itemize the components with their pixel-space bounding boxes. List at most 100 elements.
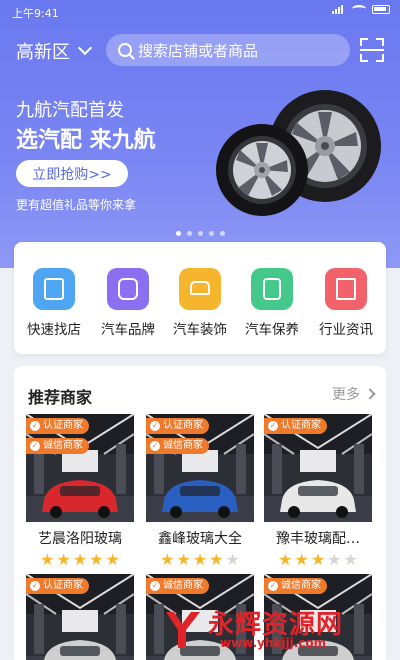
star-icon: ★ — [327, 550, 342, 569]
badge-label: 诚信商家 — [163, 440, 203, 451]
category-label: 快速找店 — [27, 322, 81, 338]
status-bar: 上午9:41 — [0, 0, 400, 24]
category-label: 汽车装饰 — [173, 322, 227, 338]
banner-dot[interactable] — [198, 231, 203, 236]
status-time: 上午9:41 — [12, 7, 59, 20]
chevron-right-icon — [364, 388, 376, 400]
category-car-maintenance[interactable]: 汽车保养 — [236, 268, 308, 338]
badge-label: 诚信商家 — [43, 440, 83, 451]
shop-badge: ✓ 诚信商家 — [146, 438, 209, 454]
city-selector[interactable]: 高新区 — [16, 38, 93, 64]
more-label: 更多 — [332, 387, 360, 403]
category-label: 汽车品牌 — [101, 322, 155, 338]
banner-dot[interactable] — [220, 231, 225, 236]
shop-photo: ✓ 认证商家 ✓ 诚信商家 — [26, 414, 134, 522]
shop-name: 艺晨洛阳玻璃 — [38, 531, 122, 547]
shop-badge: ✓ 诚信商家 — [146, 578, 209, 594]
star-icon: ★ — [56, 550, 71, 569]
shop-badge: ✓ 认证商家 — [26, 418, 89, 434]
star-icon: ★ — [105, 550, 120, 569]
car-icon — [179, 268, 221, 310]
category-label: 汽车保养 — [245, 322, 299, 338]
shop-photo: ✓ 认证商家 ✓ 诚信商家 — [146, 414, 254, 522]
shop-photo: ✓ 认证商家 — [26, 574, 134, 660]
banner-dot[interactable] — [176, 231, 181, 236]
tire-illustration — [216, 90, 381, 216]
star-icon: ★ — [160, 550, 175, 569]
shop-badge: ✓ 认证商家 — [146, 418, 209, 434]
banner-slogan: 选汽配 来九航 — [16, 128, 156, 153]
shop-badge: ✓ 诚信商家 — [26, 438, 89, 454]
badge-check-icon: ✓ — [30, 421, 40, 431]
badge-label: 认证商家 — [43, 420, 83, 431]
category-industry-news[interactable]: 行业资讯 — [310, 268, 382, 338]
star-icon: ★ — [89, 550, 104, 569]
top-bar: 高新区 搜索店铺或者商品 — [0, 32, 400, 68]
category-label: 行业资讯 — [319, 322, 373, 338]
buy-now-button[interactable]: 立即抢购>> — [16, 160, 128, 187]
star-icon: ★ — [225, 550, 240, 569]
shop-card[interactable]: ✓ 认证商家 豫丰玻璃配… ★ ★ ★ ★ ★ — [264, 414, 372, 568]
badge-label: 诚信商家 — [163, 580, 203, 591]
banner-dot[interactable] — [187, 231, 192, 236]
badge-check-icon: ✓ — [30, 441, 40, 451]
star-icon: ★ — [294, 550, 309, 569]
tire-front — [216, 124, 308, 216]
shop-card[interactable]: ✓ 认证商家 ✓ 诚信商家 鑫峰玻璃大全 ★ ★ ★ ★ ★ — [146, 414, 254, 568]
watermark-url: www.yhkjjj.com — [220, 636, 327, 650]
badge-label: 认证商家 — [43, 580, 83, 591]
badge-check-icon: ✓ — [268, 421, 278, 431]
search-placeholder: 搜索店铺或者商品 — [138, 41, 259, 60]
badge-check-icon: ✓ — [150, 581, 160, 591]
chevron-down-icon — [77, 40, 93, 56]
shop-rating: ★ ★ ★ ★ ★ — [264, 552, 372, 568]
star-icon: ★ — [343, 550, 358, 569]
oil-can-icon — [251, 268, 293, 310]
shop-card[interactable]: ✓ 认证商家 — [26, 574, 134, 660]
city-label: 高新区 — [16, 42, 70, 63]
badge-check-icon: ✓ — [150, 421, 160, 431]
star-icon: ★ — [209, 550, 224, 569]
news-icon — [325, 268, 367, 310]
more-link[interactable]: 更多 — [332, 384, 376, 404]
shop-name: 鑫峰玻璃大全 — [158, 531, 242, 547]
star-icon: ★ — [72, 550, 88, 569]
badge-label: 认证商家 — [281, 420, 321, 431]
star-icon: ★ — [40, 550, 55, 569]
shop-card[interactable]: ✓ 认证商家 ✓ 诚信商家 艺晨洛阳玻璃 ★ ★ ★ ★ ★ — [26, 414, 134, 568]
shop-name: 豫丰玻璃配… — [276, 531, 360, 547]
shop-badge: ✓ 认证商家 — [264, 418, 327, 434]
banner-headline: 九航汽配首发 — [16, 100, 124, 121]
banner-subtitle: 更有超值礼品等你来拿 — [16, 198, 137, 212]
battery-icon — [372, 4, 390, 14]
badge-label: 认证商家 — [163, 420, 203, 431]
banner-pagination[interactable] — [176, 231, 225, 236]
category-quick-find[interactable]: 快速找店 — [18, 268, 90, 338]
category-card: 快速找店 汽车品牌 汽车装饰 汽车保养 行业资讯 — [14, 242, 386, 354]
search-icon — [118, 43, 132, 57]
shop-rating: ★ ★ ★ ★ ★ — [146, 552, 254, 568]
shop-rating: ★ ★ ★ ★ ★ — [26, 552, 134, 568]
star-icon: ★ — [278, 550, 293, 569]
star-icon: ★ — [310, 550, 326, 569]
scan-icon[interactable] — [360, 38, 384, 62]
store-icon — [33, 268, 75, 310]
search-input[interactable]: 搜索店铺或者商品 — [106, 34, 350, 66]
shop-badge: ✓ 认证商家 — [26, 578, 89, 594]
banner-dot[interactable] — [209, 231, 214, 236]
wifi-icon — [352, 5, 366, 13]
watermark-logo — [166, 612, 200, 648]
badge-check-icon: ✓ — [30, 581, 40, 591]
shop-badge: ✓ 诚信商家 — [264, 578, 327, 594]
star-icon: ★ — [192, 550, 208, 569]
star-icon: ★ — [176, 550, 191, 569]
badge-check-icon: ✓ — [150, 441, 160, 451]
signal-icon — [332, 4, 346, 14]
section-title: 推荐商家 — [28, 388, 93, 407]
shop-photo: ✓ 认证商家 — [264, 414, 372, 522]
category-car-brand[interactable]: 汽车品牌 — [92, 268, 164, 338]
brand-icon — [107, 268, 149, 310]
category-car-decor[interactable]: 汽车装饰 — [164, 268, 236, 338]
badge-check-icon: ✓ — [268, 581, 278, 591]
status-icons — [332, 4, 390, 14]
